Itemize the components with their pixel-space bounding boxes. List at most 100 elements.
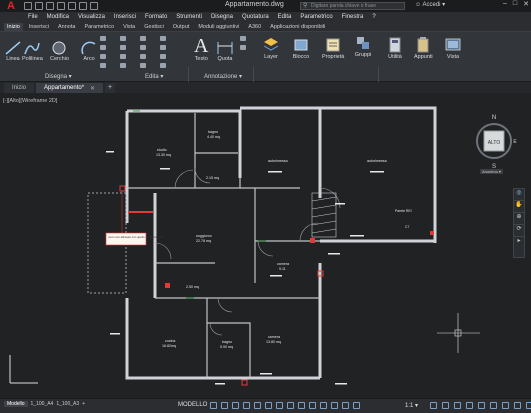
layer-button[interactable]: Layer xyxy=(262,36,280,60)
tab-applicazioni[interactable]: Applicazioni disponibili xyxy=(267,23,328,31)
groups-button[interactable]: Gruppi xyxy=(354,34,372,58)
save-icon[interactable] xyxy=(46,2,54,10)
break-icon[interactable] xyxy=(160,63,166,68)
text-button[interactable]: A Testo xyxy=(194,36,208,62)
north-label[interactable]: N xyxy=(492,115,496,121)
hardware-acceleration-icon[interactable] xyxy=(502,402,509,409)
menu-item[interactable]: ? xyxy=(372,14,375,20)
units-icon[interactable] xyxy=(454,402,461,409)
menu-item[interactable]: Finestra xyxy=(342,14,364,20)
tab-a360[interactable]: A360 xyxy=(245,23,264,31)
viewcube[interactable]: ALTO N S E Anonimo ▾ xyxy=(470,103,520,174)
dynamic-ucs-icon[interactable] xyxy=(331,402,338,409)
annotation-scale[interactable]: 1:1 ▾ xyxy=(405,402,418,409)
annotation-visibility-icon[interactable] xyxy=(342,402,349,409)
customization-icon[interactable] xyxy=(526,402,531,409)
array-icon[interactable] xyxy=(140,63,146,68)
isodraft-icon[interactable] xyxy=(254,402,261,409)
hatch-icon[interactable] xyxy=(160,36,166,41)
save-as-icon[interactable] xyxy=(57,2,65,10)
circle-button[interactable]: Cerchio xyxy=(50,40,69,62)
polar-icon[interactable] xyxy=(243,402,250,409)
signin-button[interactable]: ☺ Accedi ▾ xyxy=(415,1,445,8)
workspace-icon[interactable] xyxy=(430,402,437,409)
orbit-icon[interactable]: ⟳ xyxy=(514,225,524,237)
lineweight-icon[interactable] xyxy=(287,402,294,409)
annotation-monitor-icon[interactable] xyxy=(442,402,449,409)
tab-output[interactable]: Output xyxy=(170,23,193,31)
copy-icon[interactable] xyxy=(100,54,106,59)
tab-inizio[interactable]: Inizio xyxy=(4,22,23,31)
menu-item[interactable]: Edita xyxy=(278,14,292,20)
erase-icon[interactable] xyxy=(140,36,146,41)
app-logo[interactable]: A xyxy=(0,0,22,12)
grid-icon[interactable] xyxy=(210,402,217,409)
tab-moduli[interactable]: Moduli aggiuntivi xyxy=(195,23,242,31)
selection-cycling-icon[interactable] xyxy=(309,402,316,409)
add-layout-button[interactable]: + xyxy=(82,401,85,407)
scale-icon[interactable] xyxy=(120,63,126,68)
menu-item[interactable]: Strumenti xyxy=(176,14,202,20)
view-button[interactable]: Vista xyxy=(444,36,462,60)
edit-panel-label[interactable]: Edita ▾ xyxy=(145,73,163,80)
clean-screen-icon[interactable] xyxy=(514,402,521,409)
move-icon[interactable] xyxy=(100,36,106,41)
new-tab-button[interactable]: + xyxy=(105,83,116,93)
lock-ui-icon[interactable] xyxy=(478,402,485,409)
search-input[interactable]: ⚲ Digitare parola chiave o frase xyxy=(300,2,405,10)
menu-item[interactable]: Formato xyxy=(145,14,167,20)
minimize-icon[interactable]: – xyxy=(503,0,507,8)
utilities-button[interactable]: Utilità xyxy=(386,36,404,60)
isolate-objects-icon[interactable] xyxy=(490,402,497,409)
3d-osnap-icon[interactable] xyxy=(320,402,327,409)
table-icon[interactable] xyxy=(240,45,246,50)
menu-item[interactable]: Inserisci xyxy=(114,14,136,20)
east-label[interactable]: E xyxy=(513,139,517,145)
menu-item[interactable]: Parametrico xyxy=(300,14,332,20)
join-icon[interactable] xyxy=(160,54,166,59)
region-icon[interactable] xyxy=(160,45,166,50)
tab-drawing[interactable]: Appartamento* ✕ xyxy=(36,83,104,93)
tab-parametrico[interactable]: Parametrico xyxy=(81,23,117,31)
trim-icon[interactable] xyxy=(120,36,126,41)
arc-button[interactable]: Arco xyxy=(80,40,98,62)
model-space-toggle[interactable]: MODELLO xyxy=(178,402,207,408)
tab-inserisci[interactable]: Inserisci xyxy=(26,23,52,31)
clipboard-button[interactable]: Appunti xyxy=(414,36,433,60)
fillet-icon[interactable] xyxy=(120,45,126,50)
auto-scale-icon[interactable] xyxy=(353,402,360,409)
line-button[interactable]: Linea xyxy=(4,40,22,62)
quick-properties-icon[interactable] xyxy=(466,402,473,409)
tab-gestisci[interactable]: Gestisci xyxy=(141,23,167,31)
showmotion-icon[interactable]: ▸ xyxy=(514,237,524,249)
tab-model[interactable]: Modello xyxy=(4,401,28,407)
close-icon[interactable]: ✕ xyxy=(523,0,529,8)
drawing-canvas[interactable]: [-][Alto][Wireframe 2D] studio 13.30 mq … xyxy=(0,93,531,397)
properties-button[interactable]: Proprietà xyxy=(322,36,344,60)
close-tab-icon[interactable]: ✕ xyxy=(90,85,95,92)
tab-start[interactable]: Inizio xyxy=(4,83,35,93)
snap-icon[interactable] xyxy=(221,402,228,409)
leader-icon[interactable] xyxy=(240,36,246,41)
pan-icon[interactable]: ✋ xyxy=(514,201,524,213)
zoom-icon[interactable]: ⊕ xyxy=(514,213,524,225)
redo-icon[interactable] xyxy=(90,2,98,10)
tab-layout-a4[interactable]: 1_100_A4 xyxy=(31,401,54,407)
rotate-icon[interactable] xyxy=(100,45,106,50)
menu-item[interactable]: File xyxy=(28,14,38,20)
steering-wheel-icon[interactable]: ◎ xyxy=(514,189,524,201)
viewcube-top-label[interactable]: ALTO xyxy=(488,140,501,146)
open-icon[interactable] xyxy=(35,2,43,10)
tab-vista[interactable]: Vista xyxy=(120,23,138,31)
otrack-icon[interactable] xyxy=(276,402,283,409)
menu-item[interactable]: Quotatura xyxy=(242,14,269,20)
stretch-icon[interactable] xyxy=(120,54,126,59)
menu-item[interactable]: Modifica xyxy=(47,14,69,20)
transparency-icon[interactable] xyxy=(298,402,305,409)
offset-icon[interactable] xyxy=(140,54,146,59)
new-icon[interactable] xyxy=(24,2,32,10)
draw-panel-label[interactable]: Disegna ▾ xyxy=(45,73,72,80)
undo-icon[interactable] xyxy=(79,2,87,10)
ortho-icon[interactable] xyxy=(232,402,239,409)
menu-item[interactable]: Visualizza xyxy=(78,14,105,20)
